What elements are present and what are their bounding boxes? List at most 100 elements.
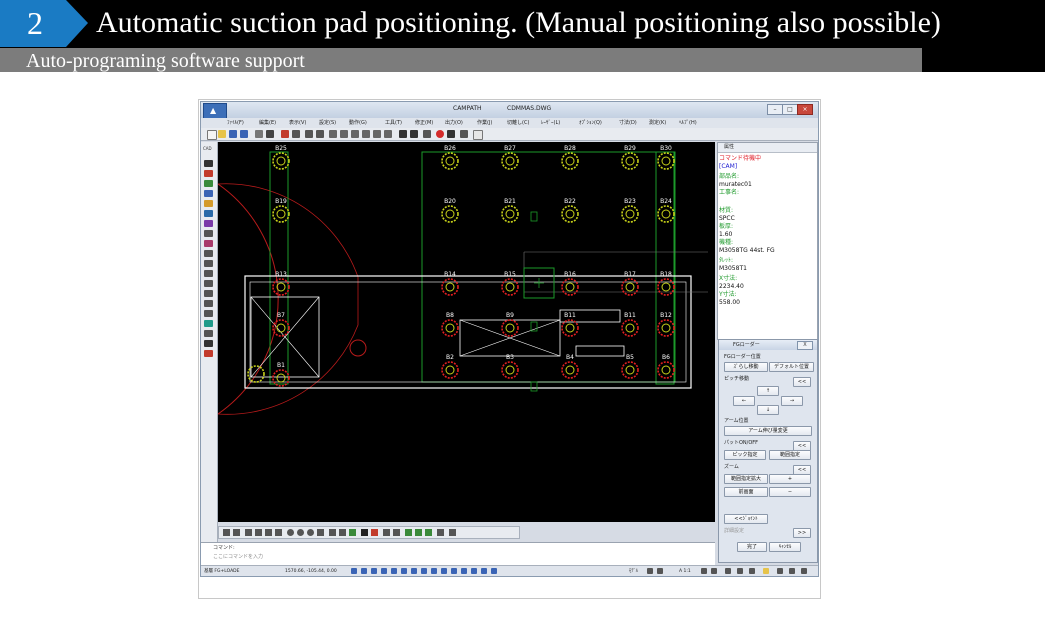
cut-tool-icon[interactable] (204, 210, 213, 217)
zoom-out-button[interactable]: − (769, 487, 811, 497)
measure-tool-icon[interactable] (204, 330, 213, 337)
save-icon[interactable] (229, 130, 237, 138)
window-titlebar[interactable]: ▲ CAMPATH CDMMAS.DWG – □ × (201, 102, 818, 119)
open-folder-icon[interactable] (218, 130, 226, 138)
punch-tool-icon[interactable] (204, 200, 213, 207)
status-zoom-icon[interactable] (471, 568, 477, 574)
suction-pad[interactable]: B2 (441, 354, 459, 379)
range-select-button[interactable]: 範囲指定 (769, 450, 811, 460)
perp-snap-icon[interactable] (275, 529, 282, 536)
pad-tool-icon[interactable] (204, 170, 213, 177)
status-track-icon[interactable] (401, 568, 407, 574)
status-steer-icon[interactable] (491, 568, 497, 574)
zoom-in-icon[interactable] (329, 130, 337, 138)
enter-icon[interactable] (447, 130, 455, 138)
cursor-help-icon[interactable] (460, 130, 468, 138)
status-grid-icon[interactable] (361, 568, 367, 574)
pitch-right-button[interactable]: → (781, 396, 803, 406)
ok-button[interactable]: 完了 (737, 542, 767, 552)
menu-work[interactable]: 作業(J) (477, 119, 492, 127)
suction-pad[interactable]: B1 (272, 362, 290, 387)
stop-icon[interactable] (436, 130, 444, 138)
delete-icon[interactable] (281, 130, 289, 138)
status-ortho-icon[interactable] (371, 568, 377, 574)
menu-view[interactable]: 表示(V) (289, 119, 306, 127)
menu-operation[interactable]: 動作(G) (349, 119, 367, 127)
zoom-fit-icon[interactable] (384, 130, 392, 138)
extend-tool-icon[interactable] (204, 280, 213, 287)
search-tool-icon[interactable] (204, 310, 213, 317)
maximize-icon[interactable]: □ (782, 104, 798, 115)
suction-pad[interactable]: B14 (441, 271, 459, 296)
quad-snap-icon[interactable] (297, 529, 304, 536)
fg-loader-titlebar[interactable]: FGローダー X (719, 340, 817, 350)
zoom-window-icon[interactable] (316, 130, 324, 138)
status-layout1-icon[interactable] (647, 568, 653, 574)
zoom-all-icon[interactable] (351, 130, 359, 138)
save-as-icon[interactable] (240, 130, 248, 138)
menu-file[interactable]: ﾌｧｲﾙ(F) (227, 119, 244, 127)
center-snap-icon[interactable] (287, 529, 294, 536)
end-snap-icon[interactable] (317, 529, 324, 536)
suction-pad[interactable]: B27 (501, 145, 519, 170)
command-input[interactable]: ここにコマンドを入力 (213, 553, 513, 561)
menu-settings[interactable]: 設定(S) (319, 119, 336, 127)
status-lock-icon[interactable] (725, 568, 731, 574)
redraw-icon[interactable] (305, 130, 313, 138)
plus-icon[interactable] (383, 529, 390, 536)
grid-tool-icon[interactable] (204, 340, 213, 347)
pitch-left-button[interactable]: ← (733, 396, 755, 406)
grid-snap-icon[interactable] (349, 529, 356, 536)
drawing-canvas[interactable]: B25 B19 B13 B7 B1 B26 B27 B28 B29 B30 B20 B21 B22 B23… (218, 142, 715, 522)
line-snap-icon[interactable] (245, 529, 252, 536)
status-annot-icon[interactable] (701, 568, 707, 574)
suction-pad[interactable]: B18 (657, 271, 675, 296)
suction-pad[interactable]: B24 (657, 198, 675, 223)
node-snap-icon[interactable] (339, 529, 346, 536)
suction-pad[interactable]: B30 (657, 145, 675, 170)
mid-snap-icon[interactable] (255, 529, 262, 536)
menu-dimension[interactable]: 寸法(D) (619, 119, 637, 127)
suction-pad[interactable]: B15 (501, 271, 519, 296)
angle-icon[interactable] (415, 529, 422, 536)
status-osnap-icon[interactable] (391, 568, 397, 574)
zoom-out-icon[interactable] (340, 130, 348, 138)
ortho-icon[interactable] (233, 529, 240, 536)
circle-tool-icon[interactable] (204, 190, 213, 197)
loader-tool-icon[interactable] (204, 320, 213, 327)
status-pan-icon[interactable] (461, 568, 467, 574)
suction-pad[interactable]: B28 (561, 145, 579, 170)
status-workspace-icon[interactable] (711, 568, 717, 574)
suction-pad[interactable]: B4 (561, 354, 579, 379)
suction-pad[interactable]: B9 (501, 312, 519, 337)
text-icon[interactable] (437, 529, 444, 536)
fg-close-button[interactable]: X (797, 341, 813, 350)
suction-pad[interactable]: B20 (441, 198, 459, 223)
trim-tool-icon[interactable] (204, 270, 213, 277)
zoom-in-button[interactable]: + (769, 474, 811, 484)
help-icon[interactable] (473, 130, 483, 140)
cancel-button[interactable]: ｷｬﾝｾﾙ (769, 542, 801, 552)
cross-icon[interactable] (393, 529, 400, 536)
menu-help[interactable]: ﾍﾙﾌﾟ(H) (679, 119, 697, 127)
nibble-tool-icon[interactable] (204, 220, 213, 227)
minimize-icon[interactable]: – (767, 104, 783, 115)
arc-tool-icon[interactable] (204, 180, 213, 187)
pitch-collapse-button[interactable]: << (793, 377, 811, 387)
detail-expand-button[interactable]: >> (793, 528, 811, 538)
suction-pad[interactable]: B5 (621, 354, 639, 379)
near-snap-icon[interactable] (329, 529, 336, 536)
default-position-button[interactable]: デフォルト位置 (769, 362, 814, 372)
zoom-range-button[interactable]: 範囲指定拡大 (724, 474, 768, 484)
status-hardware-icon[interactable] (737, 568, 743, 574)
suction-pad[interactable]: B21 (501, 198, 519, 223)
suction-pad[interactable]: B25 (272, 145, 290, 170)
dim-icon[interactable] (405, 529, 412, 536)
menu-option[interactable]: ｵﾌﾟｼｮﾝ(Q) (579, 119, 602, 127)
dwg-icon[interactable] (449, 529, 456, 536)
off-snap-icon[interactable] (361, 529, 368, 536)
status-scale[interactable]: A 1:1 (679, 568, 691, 575)
status-dyn-icon[interactable] (411, 568, 417, 574)
menu-measure[interactable]: 測定(K) (649, 119, 666, 127)
close-icon[interactable]: × (797, 104, 813, 115)
